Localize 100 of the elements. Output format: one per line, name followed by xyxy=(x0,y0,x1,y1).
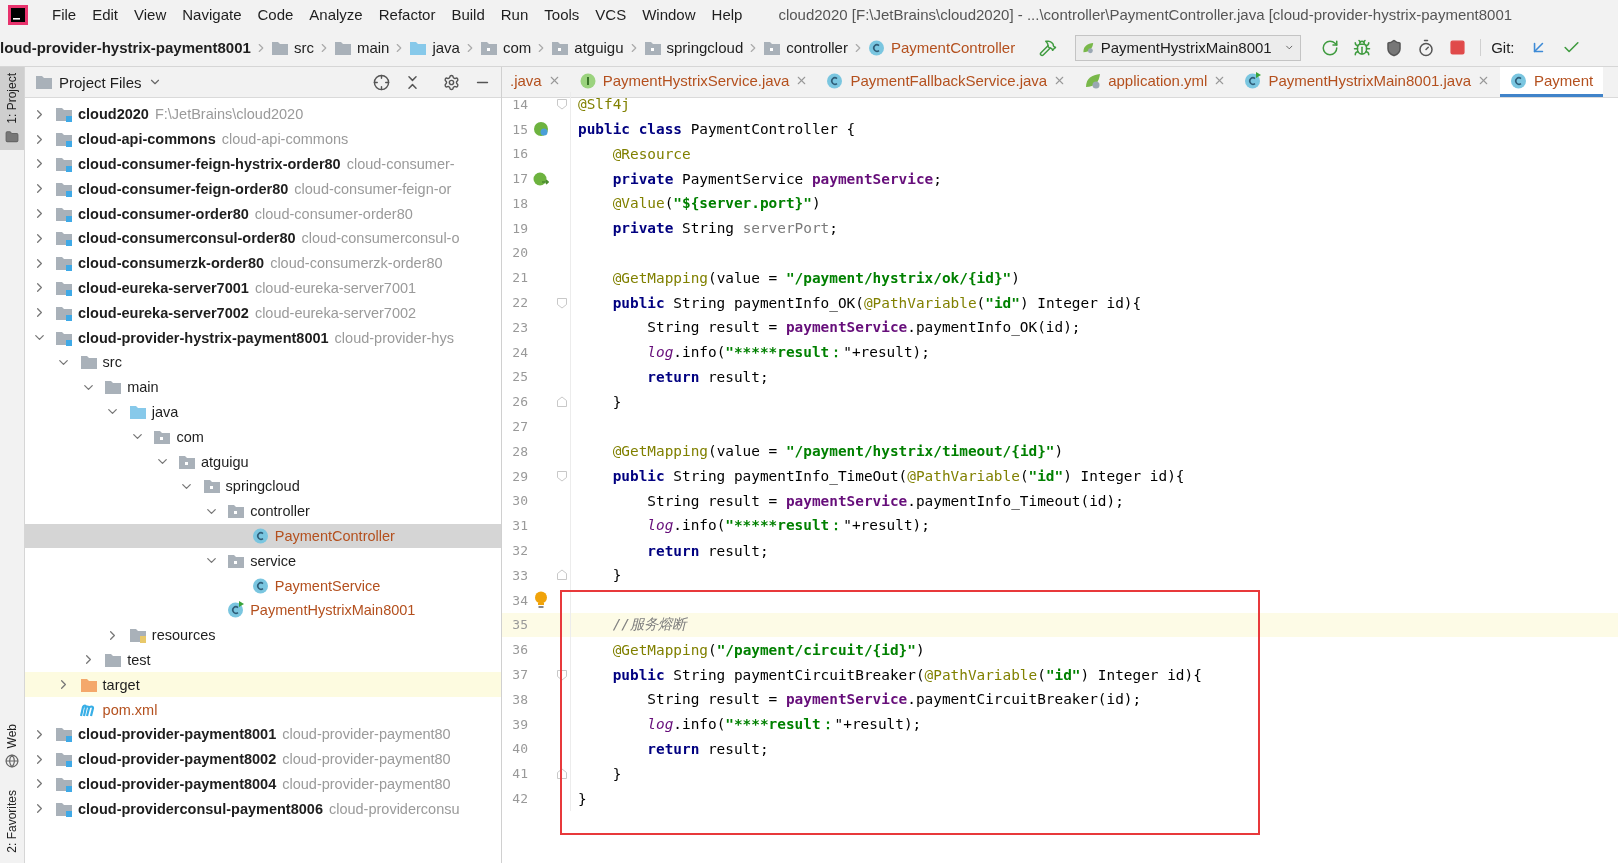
stop-icon[interactable] xyxy=(1449,39,1467,56)
tree-label: cloud-provider-payment8004 xyxy=(78,775,277,792)
folder-icon xyxy=(128,403,147,420)
shield-icon[interactable] xyxy=(1385,38,1404,57)
menu-item[interactable]: File xyxy=(44,6,85,23)
menu-item[interactable]: VCS xyxy=(587,6,635,23)
tree-item[interactable]: cloud-api-commons cloud-api-commons xyxy=(25,126,501,152)
code-line: public String paymentInfo_OK(@PathVariable("id") Integer id){ xyxy=(611,294,1142,311)
app-logo xyxy=(8,4,28,25)
fold-marker-icon[interactable] xyxy=(555,296,568,309)
breadcrumb[interactable]: java xyxy=(409,39,460,56)
menu-item[interactable]: Help xyxy=(703,6,751,23)
lightbulb-icon[interactable] xyxy=(533,591,548,610)
close-icon[interactable] xyxy=(1477,74,1490,87)
editor-tab[interactable]: application.yml xyxy=(1076,67,1237,97)
tree-item[interactable]: PaymentController xyxy=(25,523,501,549)
tree-item[interactable]: cloud2020 F:\JetBrains\cloud2020 xyxy=(25,102,501,127)
line-number: 24 xyxy=(511,344,528,360)
side-tab[interactable]: 2: Favorites xyxy=(0,784,24,859)
tree-item[interactable]: main xyxy=(25,374,501,400)
fold-marker-icon[interactable] xyxy=(555,98,568,111)
tree-item[interactable]: atguigu xyxy=(25,449,501,474)
menu-item[interactable]: Edit xyxy=(84,6,127,23)
tree-item[interactable]: cloud-consumer-feign-order80 cloud-consumer-feign-or xyxy=(25,176,501,202)
tree-item[interactable]: controller xyxy=(25,498,501,524)
code-line: private String serverPort; xyxy=(611,220,838,237)
breadcrumb[interactable]: com xyxy=(479,39,532,56)
globe-icon[interactable] xyxy=(5,754,19,769)
tree-label: cloud-consumerconsul-order80 xyxy=(78,230,296,247)
fold-marker-icon[interactable] xyxy=(555,395,568,408)
tree-item[interactable]: pom.xml xyxy=(25,697,501,722)
menu-item[interactable]: Tools xyxy=(536,6,588,23)
breadcrumb[interactable]: springcloud xyxy=(643,39,744,56)
menu-item[interactable]: Build xyxy=(443,6,493,23)
line-number: 20 xyxy=(511,245,528,261)
line-number: 17 xyxy=(511,171,528,187)
tree-item[interactable]: src xyxy=(25,349,501,375)
tree-description: cloud-consumer-feign-or xyxy=(294,180,452,197)
panel-title[interactable]: Project Files xyxy=(59,73,142,91)
tree-description: cloud-eureka-server7001 xyxy=(254,279,417,296)
run-config-dropdown[interactable]: PaymentHystrixMain8001 xyxy=(1075,34,1302,61)
side-tab[interactable]: 1: Project xyxy=(0,67,24,150)
folder-icon xyxy=(55,775,73,792)
crosshair-icon[interactable] xyxy=(373,73,390,91)
menu-item[interactable]: Code xyxy=(249,6,302,23)
tree-item[interactable]: java xyxy=(25,399,501,425)
tree-item[interactable]: cloud-eureka-server7002 cloud-eureka-server7002 xyxy=(25,300,501,326)
tree-item[interactable]: PaymentService xyxy=(25,573,501,598)
code-line: @Resource xyxy=(611,145,691,162)
class-icon xyxy=(826,71,845,90)
editor-tab[interactable]: PaymentFallbackService.java xyxy=(818,67,1077,97)
fold-marker-icon[interactable] xyxy=(555,767,568,780)
menu-item[interactable]: Window xyxy=(634,6,704,23)
line-number: 31 xyxy=(511,518,528,534)
tree-item[interactable]: resources xyxy=(25,622,501,648)
breadcrumb[interactable]: src xyxy=(270,39,314,56)
tree-item[interactable]: cloud-consumer-feign-hystrix-order80 cloud-consumer- xyxy=(25,151,501,177)
tree-item[interactable]: cloud-consumerzk-order80 cloud-consumerzk-order80 xyxy=(25,250,501,276)
breadcrumb[interactable]: main xyxy=(333,39,390,56)
tree-label: atguigu xyxy=(201,453,249,470)
menu-item[interactable]: Analyze xyxy=(301,6,371,23)
settings-icon[interactable] xyxy=(443,73,460,91)
folder-icon xyxy=(551,39,570,56)
tree-item[interactable]: test xyxy=(25,647,501,673)
tree-item[interactable]: cloud-provider-payment8002 cloud-provider-payment80 xyxy=(25,746,501,772)
editor-tab[interactable]: Payment xyxy=(1500,67,1604,97)
folder-icon xyxy=(55,751,73,768)
folder-icon[interactable] xyxy=(5,129,19,144)
tree-item[interactable]: cloud-provider-hystrix-payment8001 cloud-provider-hys xyxy=(25,325,501,350)
tree-item[interactable]: cloud-consumerconsul-order80 cloud-consumerconsul-o xyxy=(25,226,501,251)
fold-marker-icon[interactable] xyxy=(555,569,568,582)
tree-item[interactable]: PaymentHystrixMain8001 xyxy=(25,597,501,623)
breadcrumb[interactable]: controller xyxy=(763,39,848,56)
fold-marker-icon[interactable] xyxy=(555,668,568,681)
tree-item[interactable]: target xyxy=(25,672,501,698)
fold-marker-icon[interactable] xyxy=(555,470,568,483)
editor-tab[interactable]: .java xyxy=(502,67,571,97)
menu-item[interactable]: View xyxy=(126,6,175,23)
tree-item[interactable]: cloud-eureka-server7001 cloud-eureka-server7001 xyxy=(25,275,501,301)
tree-item[interactable]: service xyxy=(25,548,501,574)
breadcrumb[interactable]: PaymentController xyxy=(867,38,1016,57)
editor-tab[interactable]: PaymentHystrixMain8001.java xyxy=(1236,67,1500,97)
breadcrumb[interactable]: atguigu xyxy=(551,39,624,56)
tree-item[interactable]: springcloud xyxy=(25,473,501,499)
tree-item[interactable]: cloud-providerconsul-payment8006 cloud-providerconsu xyxy=(25,796,501,822)
tree-item[interactable]: com xyxy=(25,424,501,450)
bean-icon[interactable] xyxy=(532,121,549,137)
menu-item[interactable]: Run xyxy=(492,6,537,23)
breadcrumb[interactable]: loud-provider-hystrix-payment8001 xyxy=(0,39,251,56)
rerun-icon[interactable] xyxy=(1321,38,1340,57)
timer-icon[interactable] xyxy=(1417,38,1436,57)
bug-icon[interactable] xyxy=(1353,38,1372,57)
editor-tab[interactable]: PaymentHystrixService.java xyxy=(570,67,819,97)
tree-item[interactable]: cloud-consumer-order80 cloud-consumer-order80 xyxy=(25,201,501,226)
hammer-icon[interactable] xyxy=(1039,38,1058,57)
menu-item[interactable]: Refactor xyxy=(370,6,444,23)
tree-item[interactable]: cloud-provider-payment8001 cloud-provider-payment80 xyxy=(25,721,501,747)
menu-item[interactable]: Navigate xyxy=(174,6,250,23)
side-tab[interactable]: Web xyxy=(0,717,24,775)
tree-item[interactable]: cloud-provider-payment8004 cloud-provider-payment80 xyxy=(25,771,501,797)
